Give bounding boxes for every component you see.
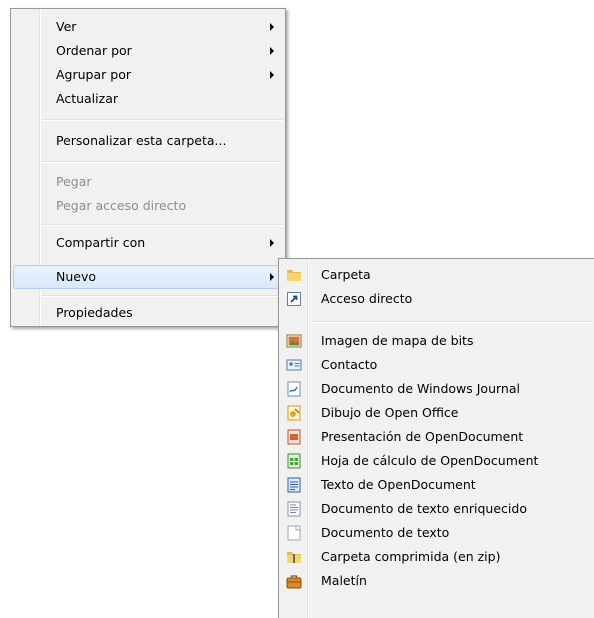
menu-separator bbox=[42, 295, 283, 297]
folder-icon bbox=[286, 267, 302, 283]
menu-separator bbox=[310, 321, 592, 323]
menu-item-label: Documento de texto bbox=[321, 525, 450, 540]
context-menu: Ver Ordenar por Agrupar por Actualizar P… bbox=[10, 8, 286, 327]
menu-item-label: Acceso directo bbox=[321, 291, 413, 306]
submenu-arrow-icon bbox=[270, 273, 274, 281]
menu-item-label: Contacto bbox=[321, 357, 378, 372]
new-item-carpeta[interactable]: Carpeta bbox=[281, 263, 592, 287]
menu-item-label: Carpeta bbox=[321, 267, 371, 282]
menu-separator bbox=[42, 119, 283, 121]
menu-item-label: Presentación de OpenDocument bbox=[321, 429, 524, 444]
menu-item-label: Ver bbox=[56, 19, 77, 34]
new-submenu: Carpeta Acceso directo Imagen de mapa de… bbox=[278, 258, 594, 618]
menu-item-label: Pegar acceso directo bbox=[56, 198, 187, 213]
new-item-documento-texto[interactable]: Documento de texto bbox=[281, 521, 592, 545]
submenu-arrow-icon bbox=[270, 23, 274, 31]
menu-item-label: Imagen de mapa de bits bbox=[321, 333, 474, 348]
menu-item-ordenar-por[interactable]: Ordenar por bbox=[13, 39, 283, 63]
new-item-acceso-directo[interactable]: Acceso directo bbox=[281, 287, 592, 311]
briefcase-icon bbox=[286, 573, 302, 589]
menu-item-label: Documento de Windows Journal bbox=[321, 381, 520, 396]
menu-item-ver[interactable]: Ver bbox=[13, 15, 283, 39]
zip-folder-icon bbox=[286, 549, 302, 565]
menu-item-nuevo[interactable]: Nuevo bbox=[13, 265, 283, 289]
new-item-dibujo-open-office[interactable]: Dibujo de Open Office bbox=[281, 401, 592, 425]
new-item-presentacion-opendocument[interactable]: Presentación de OpenDocument bbox=[281, 425, 592, 449]
new-item-texto-enriquecido[interactable]: Documento de texto enriquecido bbox=[281, 497, 592, 521]
menu-item-label: Ordenar por bbox=[56, 43, 132, 58]
menu-item-propiedades[interactable]: Propiedades bbox=[13, 301, 283, 325]
menu-separator bbox=[42, 224, 283, 226]
menu-item-label: Documento de texto enriquecido bbox=[321, 501, 527, 516]
menu-item-actualizar[interactable]: Actualizar bbox=[13, 87, 283, 111]
menu-item-label: Carpeta comprimida (en zip) bbox=[321, 549, 501, 564]
menu-item-label: Propiedades bbox=[56, 305, 133, 320]
new-item-hoja-calculo-opendocument[interactable]: Hoja de cálculo de OpenDocument bbox=[281, 449, 592, 473]
menu-item-label: Pegar bbox=[56, 174, 92, 189]
text-document-icon bbox=[286, 525, 302, 541]
menu-item-label: Compartir con bbox=[56, 235, 146, 250]
menu-item-label: Personalizar esta carpeta... bbox=[56, 133, 227, 148]
submenu-arrow-icon bbox=[270, 239, 274, 247]
odp-presentation-icon bbox=[286, 429, 302, 445]
submenu-arrow-icon bbox=[270, 71, 274, 79]
new-item-texto-opendocument[interactable]: Texto de OpenDocument bbox=[281, 473, 592, 497]
menu-item-label: Agrupar por bbox=[56, 67, 131, 82]
menu-item-pegar-acceso-directo: Pegar acceso directo bbox=[13, 194, 283, 218]
menu-item-label: Nuevo bbox=[56, 269, 97, 284]
menu-item-label: Dibujo de Open Office bbox=[321, 405, 459, 420]
shortcut-icon bbox=[286, 291, 302, 307]
menu-item-label: Hoja de cálculo de OpenDocument bbox=[321, 453, 539, 468]
ods-spreadsheet-icon bbox=[286, 453, 302, 469]
menu-item-pegar: Pegar bbox=[13, 170, 283, 194]
menu-separator bbox=[42, 161, 283, 163]
menu-item-label: Maletín bbox=[321, 573, 367, 588]
submenu-arrow-icon bbox=[270, 47, 274, 55]
journal-icon bbox=[286, 381, 302, 397]
odt-text-icon bbox=[286, 477, 302, 493]
new-item-maletin[interactable]: Maletín bbox=[281, 569, 592, 593]
menu-item-compartir-con[interactable]: Compartir con bbox=[13, 231, 283, 255]
openoffice-draw-icon bbox=[286, 405, 302, 421]
new-item-imagen-mapa-bits[interactable]: Imagen de mapa de bits bbox=[281, 329, 592, 353]
new-item-windows-journal[interactable]: Documento de Windows Journal bbox=[281, 377, 592, 401]
menu-item-agrupar-por[interactable]: Agrupar por bbox=[13, 63, 283, 87]
new-item-contacto[interactable]: Contacto bbox=[281, 353, 592, 377]
rtf-document-icon bbox=[286, 501, 302, 517]
bitmap-icon bbox=[286, 333, 302, 349]
menu-item-label: Texto de OpenDocument bbox=[321, 477, 476, 492]
menu-item-label: Actualizar bbox=[56, 91, 118, 106]
menu-item-personalizar-carpeta[interactable]: Personalizar esta carpeta... bbox=[13, 129, 283, 153]
new-item-carpeta-comprimida[interactable]: Carpeta comprimida (en zip) bbox=[281, 545, 592, 569]
contact-icon bbox=[286, 357, 302, 373]
